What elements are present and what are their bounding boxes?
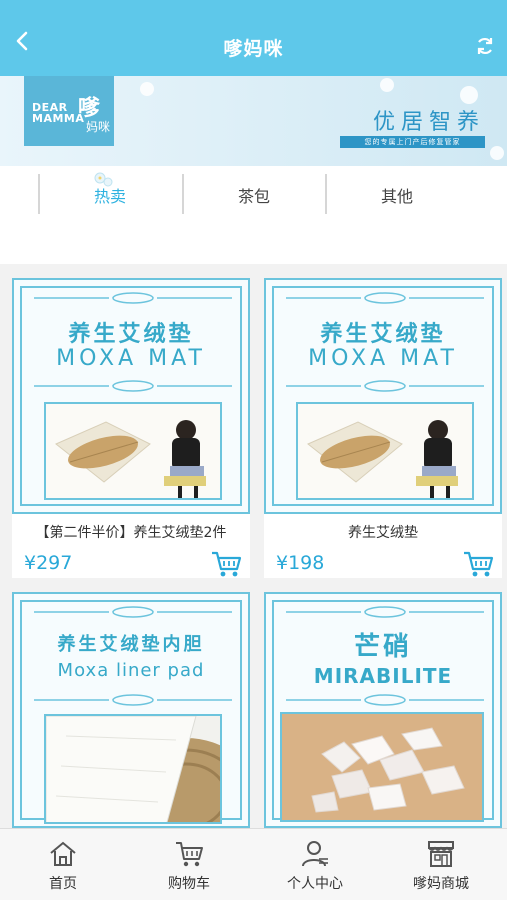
ornament-divider	[34, 380, 232, 392]
tab-label: 茶包	[237, 187, 270, 206]
product-price: ¥297	[24, 552, 73, 574]
ornament-divider	[286, 380, 484, 392]
image-title-en: Moxa liner pad	[57, 660, 205, 681]
product-card[interactable]: 芒硝 MIRABILITE	[264, 592, 502, 828]
banner-slogan: 优居智养	[372, 110, 485, 135]
ornament-divider	[286, 292, 484, 304]
brand-logo: DEAR MAMMA 嗲 妈咪	[24, 76, 114, 146]
liner-pad-illustration	[46, 716, 220, 822]
product-name[interactable]: 养生艾绒垫	[264, 522, 502, 542]
product-price: ¥198	[276, 552, 325, 574]
app-header: 嗲妈咪	[0, 0, 507, 76]
image-title-en: MIRABILITE	[313, 664, 453, 688]
moxa-mat-photo	[296, 402, 474, 500]
nav-shop[interactable]: 嗲妈商城	[378, 829, 504, 900]
image-title-en: MOXA MAT	[56, 346, 206, 371]
add-to-cart-icon[interactable]	[210, 550, 242, 578]
product-image[interactable]: 养生艾绒垫内胆 Moxa liner pad	[12, 592, 250, 828]
logo-text-en-2: MAMMA	[32, 112, 85, 125]
logo-text-cn-small: 妈咪	[86, 120, 111, 134]
product-card[interactable]: 养生艾绒垫 MOXA MAT	[264, 278, 502, 578]
bottom-nav: 首页 购物车 个人中心 嗲妈商城	[0, 828, 507, 900]
tab-tea[interactable]: 茶包	[184, 176, 324, 218]
nav-label: 首页	[49, 876, 77, 892]
nav-profile[interactable]: 个人中心	[252, 829, 378, 900]
nav-label: 嗲妈商城	[413, 876, 469, 892]
image-title-cn: 养生艾绒垫	[320, 322, 446, 347]
product-card[interactable]: 养生艾绒垫内胆 Moxa liner pad	[12, 592, 250, 828]
moxa-mat-illustration	[46, 404, 220, 498]
add-to-cart-icon[interactable]	[462, 550, 494, 578]
tab-label: 其他	[380, 187, 413, 206]
image-title-cn: 芒硝	[353, 632, 412, 662]
image-title-cn: 养生艾绒垫内胆	[57, 634, 205, 655]
nav-label: 购物车	[168, 876, 210, 892]
mirabilite-photo	[280, 712, 484, 822]
flower-icon	[94, 172, 113, 187]
product-image[interactable]: 养生艾绒垫 MOXA MAT	[264, 278, 502, 514]
home-icon	[50, 841, 76, 866]
ornament-divider	[34, 292, 232, 304]
product-card[interactable]: 养生艾绒垫 MOXA MAT	[12, 278, 250, 578]
mirabilite-illustration	[282, 714, 482, 820]
shop-icon	[428, 841, 454, 867]
moxa-mat-photo	[44, 402, 222, 500]
promo-banner[interactable]: DEAR MAMMA 嗲 妈咪 优居智养 您的专属上门产后修复管家	[0, 76, 507, 166]
image-title-en: MOXA MAT	[308, 346, 458, 371]
product-name[interactable]: 【第二件半价】养生艾绒垫2件	[12, 522, 250, 542]
tab-hot[interactable]: 热卖	[40, 172, 180, 218]
liner-pad-photo	[44, 714, 222, 824]
category-tabs: 热卖 茶包 其他	[0, 166, 507, 264]
banner-subtitle: 您的专属上门产后修复管家	[340, 136, 485, 148]
product-grid: 养生艾绒垫 MOXA MAT 【第二件半价】养生艾绒垫2件 ¥297 养生艾绒垫…	[0, 272, 507, 828]
ornament-divider	[34, 606, 232, 618]
ornament-divider	[286, 694, 484, 706]
nav-label: 个人中心	[287, 876, 343, 892]
ornament-divider	[34, 694, 232, 706]
moxa-mat-illustration	[298, 404, 472, 498]
product-image[interactable]: 芒硝 MIRABILITE	[264, 592, 502, 828]
page-title: 嗲妈咪	[223, 38, 284, 60]
product-image[interactable]: 养生艾绒垫 MOXA MAT	[12, 278, 250, 514]
ornament-divider	[286, 606, 484, 618]
user-icon	[302, 841, 328, 867]
nav-home[interactable]: 首页	[0, 829, 126, 900]
cart-icon	[176, 842, 203, 867]
image-title-cn: 养生艾绒垫	[68, 322, 194, 347]
nav-cart[interactable]: 购物车	[126, 829, 252, 900]
refresh-icon[interactable]	[475, 36, 495, 56]
tab-other[interactable]: 其他	[327, 176, 467, 218]
